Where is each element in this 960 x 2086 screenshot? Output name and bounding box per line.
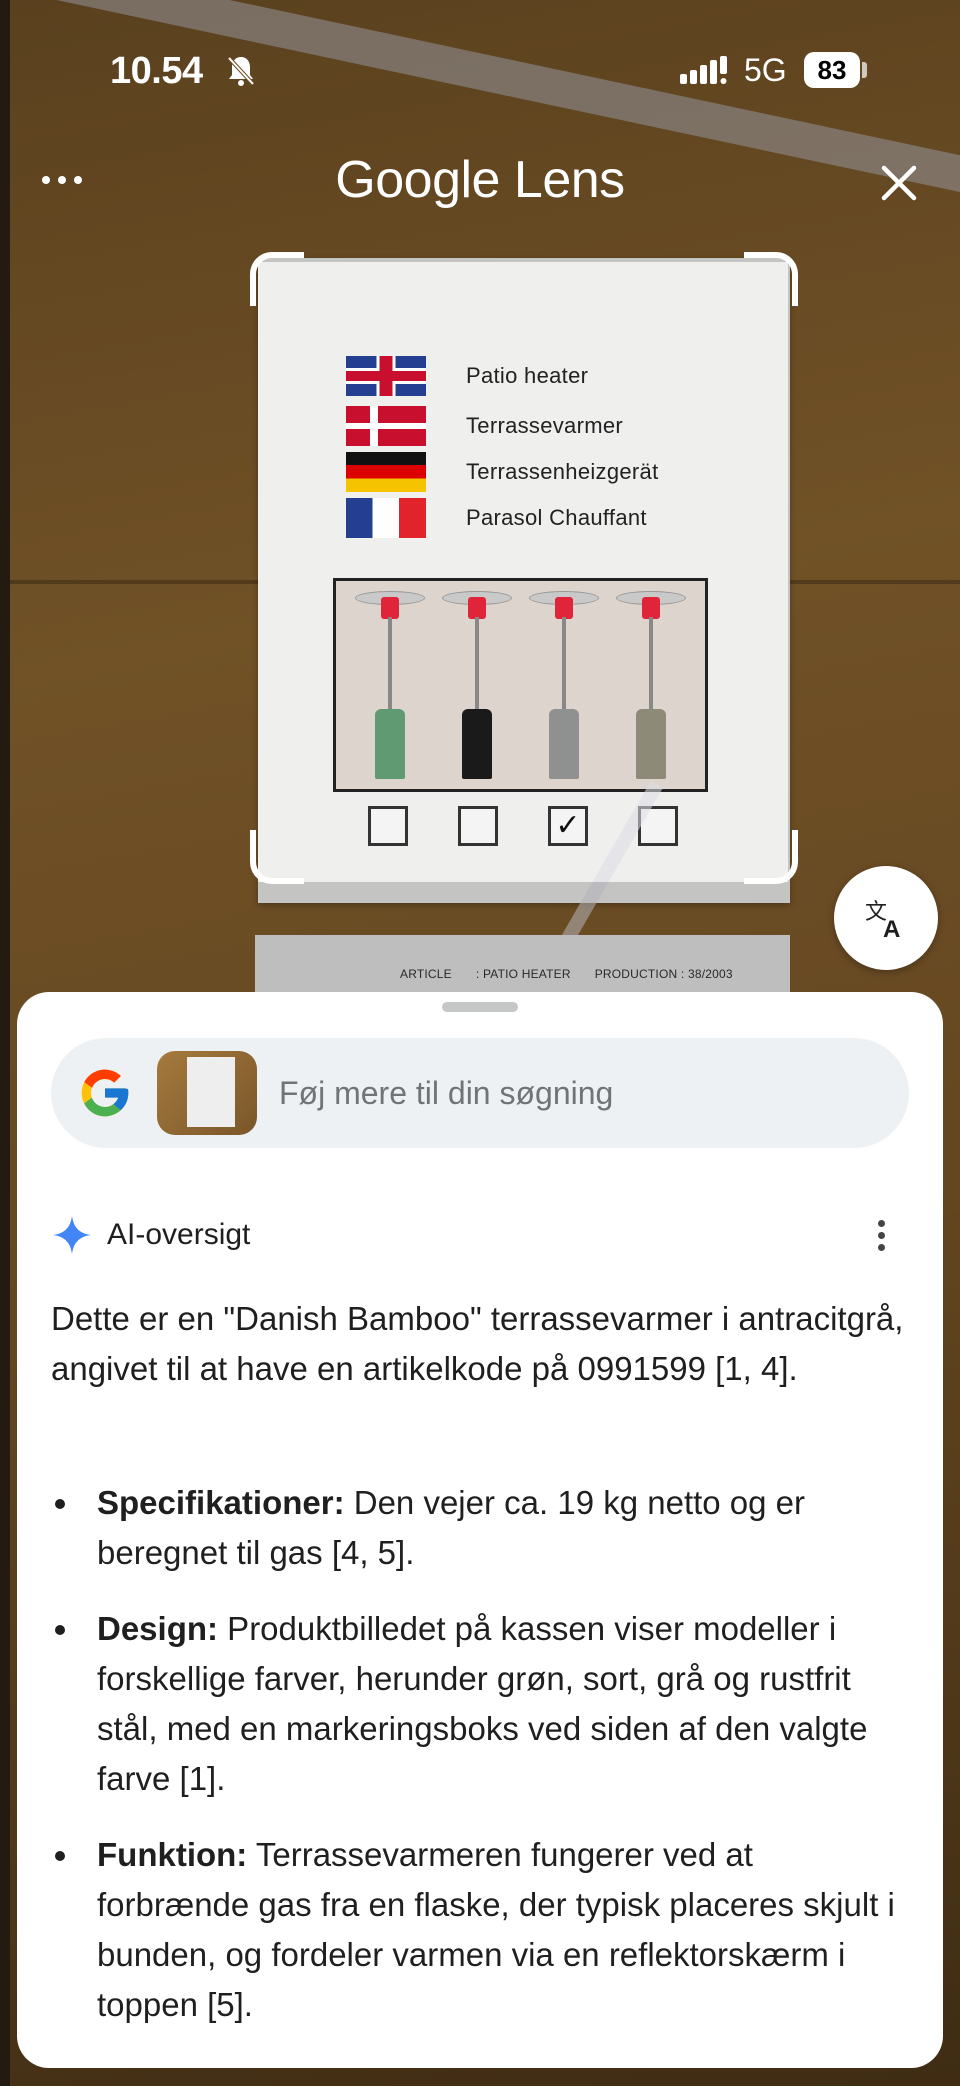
box-edge xyxy=(0,0,10,2086)
label-text: Terrassevarmer xyxy=(466,413,624,438)
heater-illustration xyxy=(333,578,708,792)
label-text: Terrassenheizgerät xyxy=(466,459,659,484)
network-type: 5G xyxy=(744,52,787,88)
bell-off-icon xyxy=(227,56,255,86)
crop-handle-top-right[interactable] xyxy=(744,252,798,306)
article-text: ARTICLE xyxy=(400,967,452,981)
label-text: Patio heater xyxy=(466,363,589,388)
color-checkbox xyxy=(458,806,498,846)
battery-tip xyxy=(862,62,867,78)
drag-handle[interactable] xyxy=(442,1002,518,1012)
heater-drawing xyxy=(529,583,600,783)
dot xyxy=(877,1219,885,1227)
list-item: Design: Produktbilledet på kassen viser … xyxy=(51,1604,911,1804)
dot xyxy=(877,1243,885,1251)
results-sheet[interactable]: Føj mere til din søgning AI-oversigt Det… xyxy=(17,992,943,2068)
crop-handle-bottom-left[interactable] xyxy=(250,830,304,884)
label-text: Parasol Chauffant xyxy=(466,505,647,530)
status-time: 10.54 xyxy=(110,50,203,92)
article-text: : PATIO HEATER xyxy=(475,967,571,981)
bullet-label: Funktion: xyxy=(97,1836,248,1873)
heater-drawing xyxy=(616,583,687,783)
ai-overview-intro: Dette er en "Danish Bamboo" terrassevarm… xyxy=(51,1300,904,1387)
danish-flag-icon xyxy=(346,406,426,446)
search-input[interactable]: Føj mere til din søgning xyxy=(279,1075,613,1112)
crop-handle-top-left[interactable] xyxy=(250,252,304,306)
ai-overview-header: AI-oversigt xyxy=(51,1210,921,1260)
ai-sparkle-icon xyxy=(53,1216,91,1254)
bullet-label: Specifikationer: xyxy=(97,1484,345,1521)
bullet-label: Design: xyxy=(97,1610,219,1647)
label-row-en: Patio heater xyxy=(346,356,588,396)
uk-flag-icon xyxy=(346,356,426,396)
list-item: Funktion: Terrassevarmeren fungerer ved … xyxy=(51,1830,911,2030)
translate-button[interactable]: 文 A xyxy=(834,866,938,970)
bullet-dot xyxy=(55,1625,65,1635)
battery-indicator: 83 xyxy=(804,52,860,88)
label-row-dk: Terrassevarmer xyxy=(346,406,623,446)
ai-overview-title: AI-oversigt xyxy=(107,1218,251,1251)
more-vertical-icon[interactable] xyxy=(861,1212,901,1258)
page-title: Google Lens xyxy=(335,151,625,209)
color-checkbox: ✓ xyxy=(548,806,588,846)
translate-icon: 文 A xyxy=(865,900,900,941)
signal-icon xyxy=(680,56,727,84)
bullet-dot xyxy=(55,1499,65,1509)
product-label-paper: Patio heater Terrassevarmer Terrassenhei… xyxy=(258,258,790,903)
dot xyxy=(877,1231,885,1239)
query-image-thumbnail[interactable] xyxy=(157,1051,257,1135)
article-text: PRODUCTION : 38/2003 xyxy=(594,967,733,981)
close-icon[interactable] xyxy=(876,160,922,206)
article-label: ARTICLE : PATIO HEATER PRODUCTION : 38/2… xyxy=(255,935,790,995)
french-flag-icon xyxy=(346,498,426,538)
color-checkbox xyxy=(368,806,408,846)
search-bar[interactable]: Føj mere til din søgning xyxy=(51,1038,909,1148)
google-g-icon xyxy=(81,1069,129,1117)
ai-overview-bullets: Specifikationer: Den vejer ca. 19 kg net… xyxy=(51,1478,911,2056)
label-row-de: Terrassenheizgerät xyxy=(346,452,659,492)
list-item: Specifikationer: Den vejer ca. 19 kg net… xyxy=(51,1478,911,1578)
heater-drawing xyxy=(441,583,512,783)
crop-handle-bottom-right[interactable] xyxy=(744,830,798,884)
thumbnail-paper xyxy=(187,1057,235,1127)
svg-text:A: A xyxy=(883,916,900,941)
heater-drawing xyxy=(354,583,425,783)
label-row-fr: Parasol Chauffant xyxy=(346,498,647,538)
bullet-dot xyxy=(55,1851,65,1861)
status-bar: 10.54 5G 83 xyxy=(0,0,960,140)
german-flag-icon xyxy=(346,452,426,492)
